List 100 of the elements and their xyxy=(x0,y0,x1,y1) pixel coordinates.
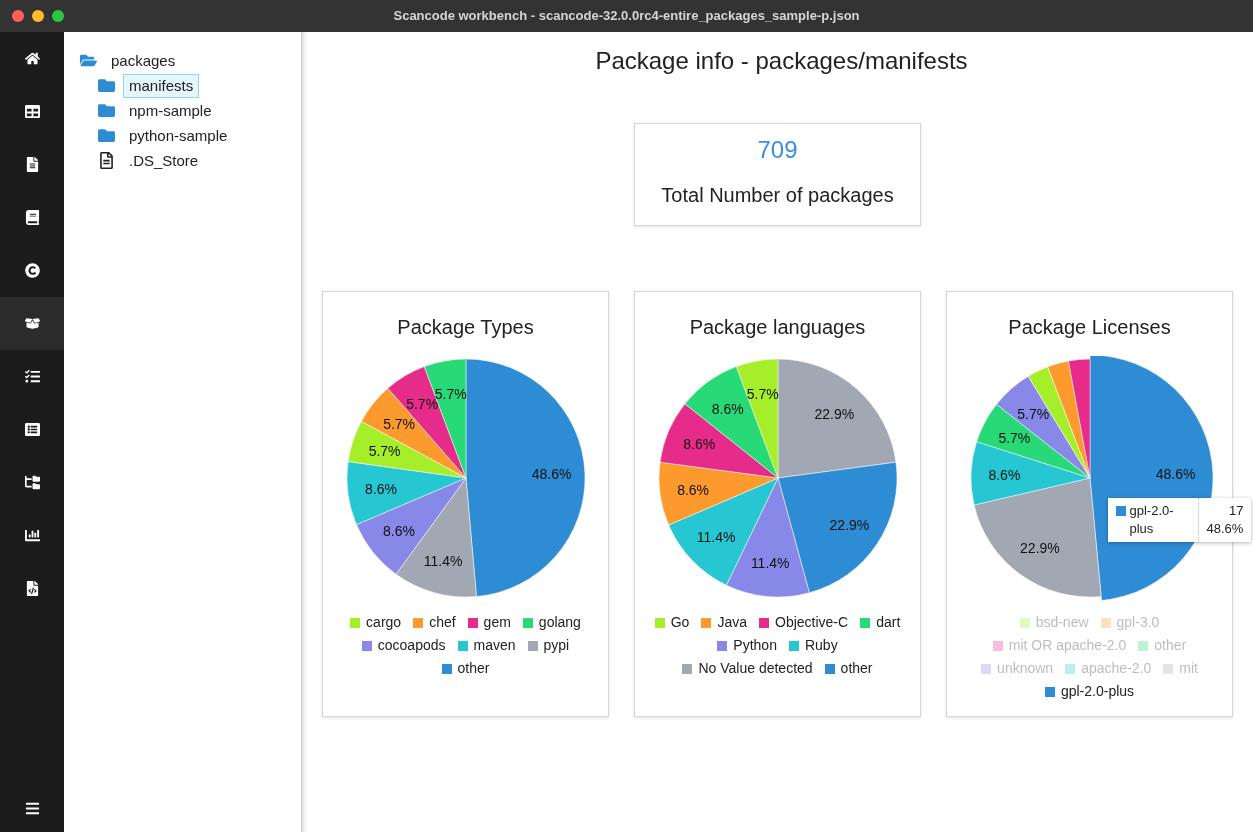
window-title: Scancode workbench - scancode-32.0.0rc4-entire_packages_sample-p.json xyxy=(393,7,860,26)
slice-label: 11.4% xyxy=(696,529,735,546)
tree-item[interactable]: .DS_Store xyxy=(123,148,205,173)
pie-slice[interactable] xyxy=(360,388,466,479)
copyright-icon xyxy=(24,263,40,278)
code-file-icon xyxy=(24,581,40,596)
legend-swatch xyxy=(1019,617,1030,628)
slice-label: 48.6% xyxy=(1155,465,1195,482)
minimize-window-button[interactable] xyxy=(32,10,44,22)
legend-swatch xyxy=(1100,617,1111,628)
chart-title: Package Licenses xyxy=(1008,315,1171,340)
legend-swatch xyxy=(1065,663,1076,674)
home-icon xyxy=(24,51,40,66)
slice-label: 22.9% xyxy=(1019,539,1060,556)
legend-swatch xyxy=(457,640,468,651)
slice-label: 8.6% xyxy=(364,481,397,498)
legend-label[interactable]: other xyxy=(840,658,873,679)
legend-swatch xyxy=(1044,686,1055,697)
legend-swatch xyxy=(1138,640,1149,651)
bar-chart-icon xyxy=(24,528,40,543)
legend-swatch xyxy=(701,617,712,628)
book-icon xyxy=(24,210,40,225)
checklist-icon xyxy=(24,369,40,384)
legend-label[interactable]: golang xyxy=(538,612,581,633)
slice-label: 22.9% xyxy=(814,405,854,422)
legend-label[interactable]: dart xyxy=(876,612,901,633)
legend-label[interactable]: other xyxy=(457,658,490,679)
tooltip-count: 17 xyxy=(1228,502,1244,520)
tree-item[interactable]: python-sample xyxy=(123,123,234,148)
folder-icon xyxy=(98,102,115,119)
pie-slice[interactable] xyxy=(659,403,778,479)
legend-label[interactable]: Ruby xyxy=(804,635,838,656)
legend-label[interactable]: pypi xyxy=(543,635,570,656)
slice-label: 8.6% xyxy=(676,481,709,498)
tree-item[interactable]: npm-sample xyxy=(123,98,218,123)
legend-label[interactable]: cargo xyxy=(366,612,402,633)
folder-tree-icon xyxy=(24,475,40,490)
slice-label: 5.7% xyxy=(368,443,401,460)
slice-label: 22.9% xyxy=(829,517,869,534)
legend-swatch xyxy=(413,617,424,628)
slice-label: 11.4% xyxy=(423,552,462,569)
slice-label: 5.7% xyxy=(997,429,1030,446)
box-icon xyxy=(24,316,40,331)
file-icon xyxy=(98,152,115,169)
chart-title: Package languages xyxy=(689,315,866,340)
page-title: Package info - packages/manifests xyxy=(594,46,968,76)
chart-title: Package Types xyxy=(397,315,534,340)
legend-swatch xyxy=(717,640,728,651)
folder-icon xyxy=(98,77,115,94)
legend-label[interactable]: Objective-C xyxy=(775,612,849,633)
slice-label: 11.4% xyxy=(750,555,790,572)
total-value: 709 xyxy=(757,135,798,165)
legend-swatch xyxy=(788,640,799,651)
legend-label[interactable]: gpl-2.0-plus xyxy=(1060,681,1135,702)
legend-swatch xyxy=(860,617,871,628)
legend-label[interactable]: maven xyxy=(473,635,516,656)
slice-label: 8.6% xyxy=(382,523,415,540)
pie-slice[interactable] xyxy=(975,404,1090,479)
legend-label[interactable]: No Value detected xyxy=(698,658,813,679)
maximize-window-button[interactable] xyxy=(52,10,64,22)
legend-label[interactable]: gem xyxy=(483,612,511,633)
legend-swatch xyxy=(1163,663,1174,674)
tooltip-name: gpl-2.0-plus xyxy=(1129,502,1175,538)
legend-label[interactable]: chef xyxy=(429,612,456,633)
legend-swatch xyxy=(441,663,452,674)
legend-label[interactable]: Python xyxy=(733,635,777,656)
legend-swatch xyxy=(522,617,533,628)
legend-swatch xyxy=(682,663,693,674)
slice-label: 5.7% xyxy=(382,416,415,433)
legend-swatch xyxy=(467,617,478,628)
legend-swatch xyxy=(361,640,372,651)
legend-swatch xyxy=(992,640,1003,651)
folder-icon xyxy=(98,127,115,144)
pie-slice[interactable] xyxy=(347,421,466,479)
close-window-button[interactable] xyxy=(12,10,24,22)
table-icon xyxy=(24,104,40,119)
slice-label: 48.6% xyxy=(531,466,571,483)
slice-label: 5.7% xyxy=(1016,405,1049,422)
tree-item[interactable]: manifests xyxy=(123,73,200,98)
legend-swatch xyxy=(350,617,361,628)
sidebar-item[interactable] xyxy=(0,297,64,350)
legend-swatch xyxy=(824,663,835,674)
list-icon xyxy=(24,422,40,437)
slice-label: 8.6% xyxy=(987,466,1020,483)
slice-label: 8.6% xyxy=(682,436,715,453)
legend-swatch xyxy=(654,617,665,628)
slice-label: 8.6% xyxy=(711,400,744,417)
document-icon xyxy=(24,157,40,172)
legend-label[interactable]: Java xyxy=(717,612,747,633)
tree-item[interactable]: packages xyxy=(105,48,182,73)
legend-label[interactable]: cocoapods xyxy=(377,635,446,656)
pie-slice[interactable] xyxy=(684,366,778,479)
menu-icon[interactable] xyxy=(24,800,40,816)
legend-label[interactable]: Go xyxy=(670,612,690,633)
legend-swatch xyxy=(759,617,769,628)
total-label: Total Number of packages xyxy=(661,183,894,208)
tooltip-percent: 48.6% xyxy=(1206,520,1244,538)
legend-swatch xyxy=(527,640,538,651)
pie-slice[interactable] xyxy=(355,477,466,575)
legend-swatch xyxy=(1115,506,1126,516)
